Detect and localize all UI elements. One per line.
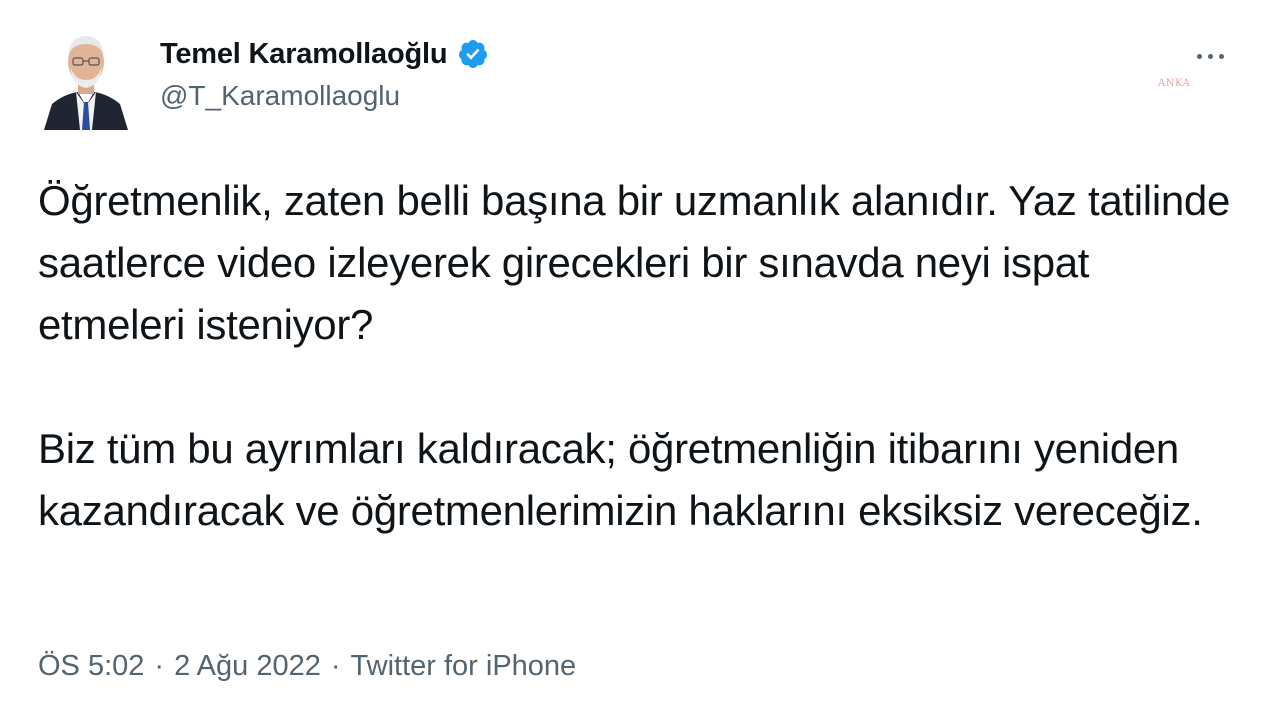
tweet-time[interactable]: ÖS 5:02 (38, 650, 144, 683)
tweet-source[interactable]: Twitter for iPhone (351, 650, 577, 683)
tweet-paragraph: Biz tüm bu ayrımları kaldıracak; öğretme… (38, 425, 1203, 534)
author-name-row: Temel Karamollaoğlu (160, 34, 489, 74)
author-display-name[interactable]: Temel Karamollaoğlu (160, 38, 448, 71)
tweet-paragraph: Öğretmenlik, zaten belli başına bir uzma… (38, 177, 1231, 348)
tweet-text: Öğretmenlik, zaten belli başına bir uzma… (38, 170, 1238, 542)
verified-badge-icon (457, 38, 489, 70)
tweet-date[interactable]: 2 Ağu 2022 (174, 650, 321, 683)
meta-separator: · (330, 650, 341, 682)
meta-separator: · (154, 650, 165, 682)
tweet-meta: ÖS 5:02 · 2 Ağu 2022 · Twitter for iPhon… (38, 650, 576, 683)
tweet-card: Temel Karamollaoğlu @T_Karamollaoglu ANK… (0, 0, 1280, 720)
more-options-button[interactable] (1182, 36, 1238, 76)
watermark-logo: ANKA (1158, 78, 1191, 89)
author-handle[interactable]: @T_Karamollaoglu (160, 80, 400, 112)
avatar[interactable] (42, 22, 130, 130)
more-horizontal-icon (1196, 53, 1224, 59)
